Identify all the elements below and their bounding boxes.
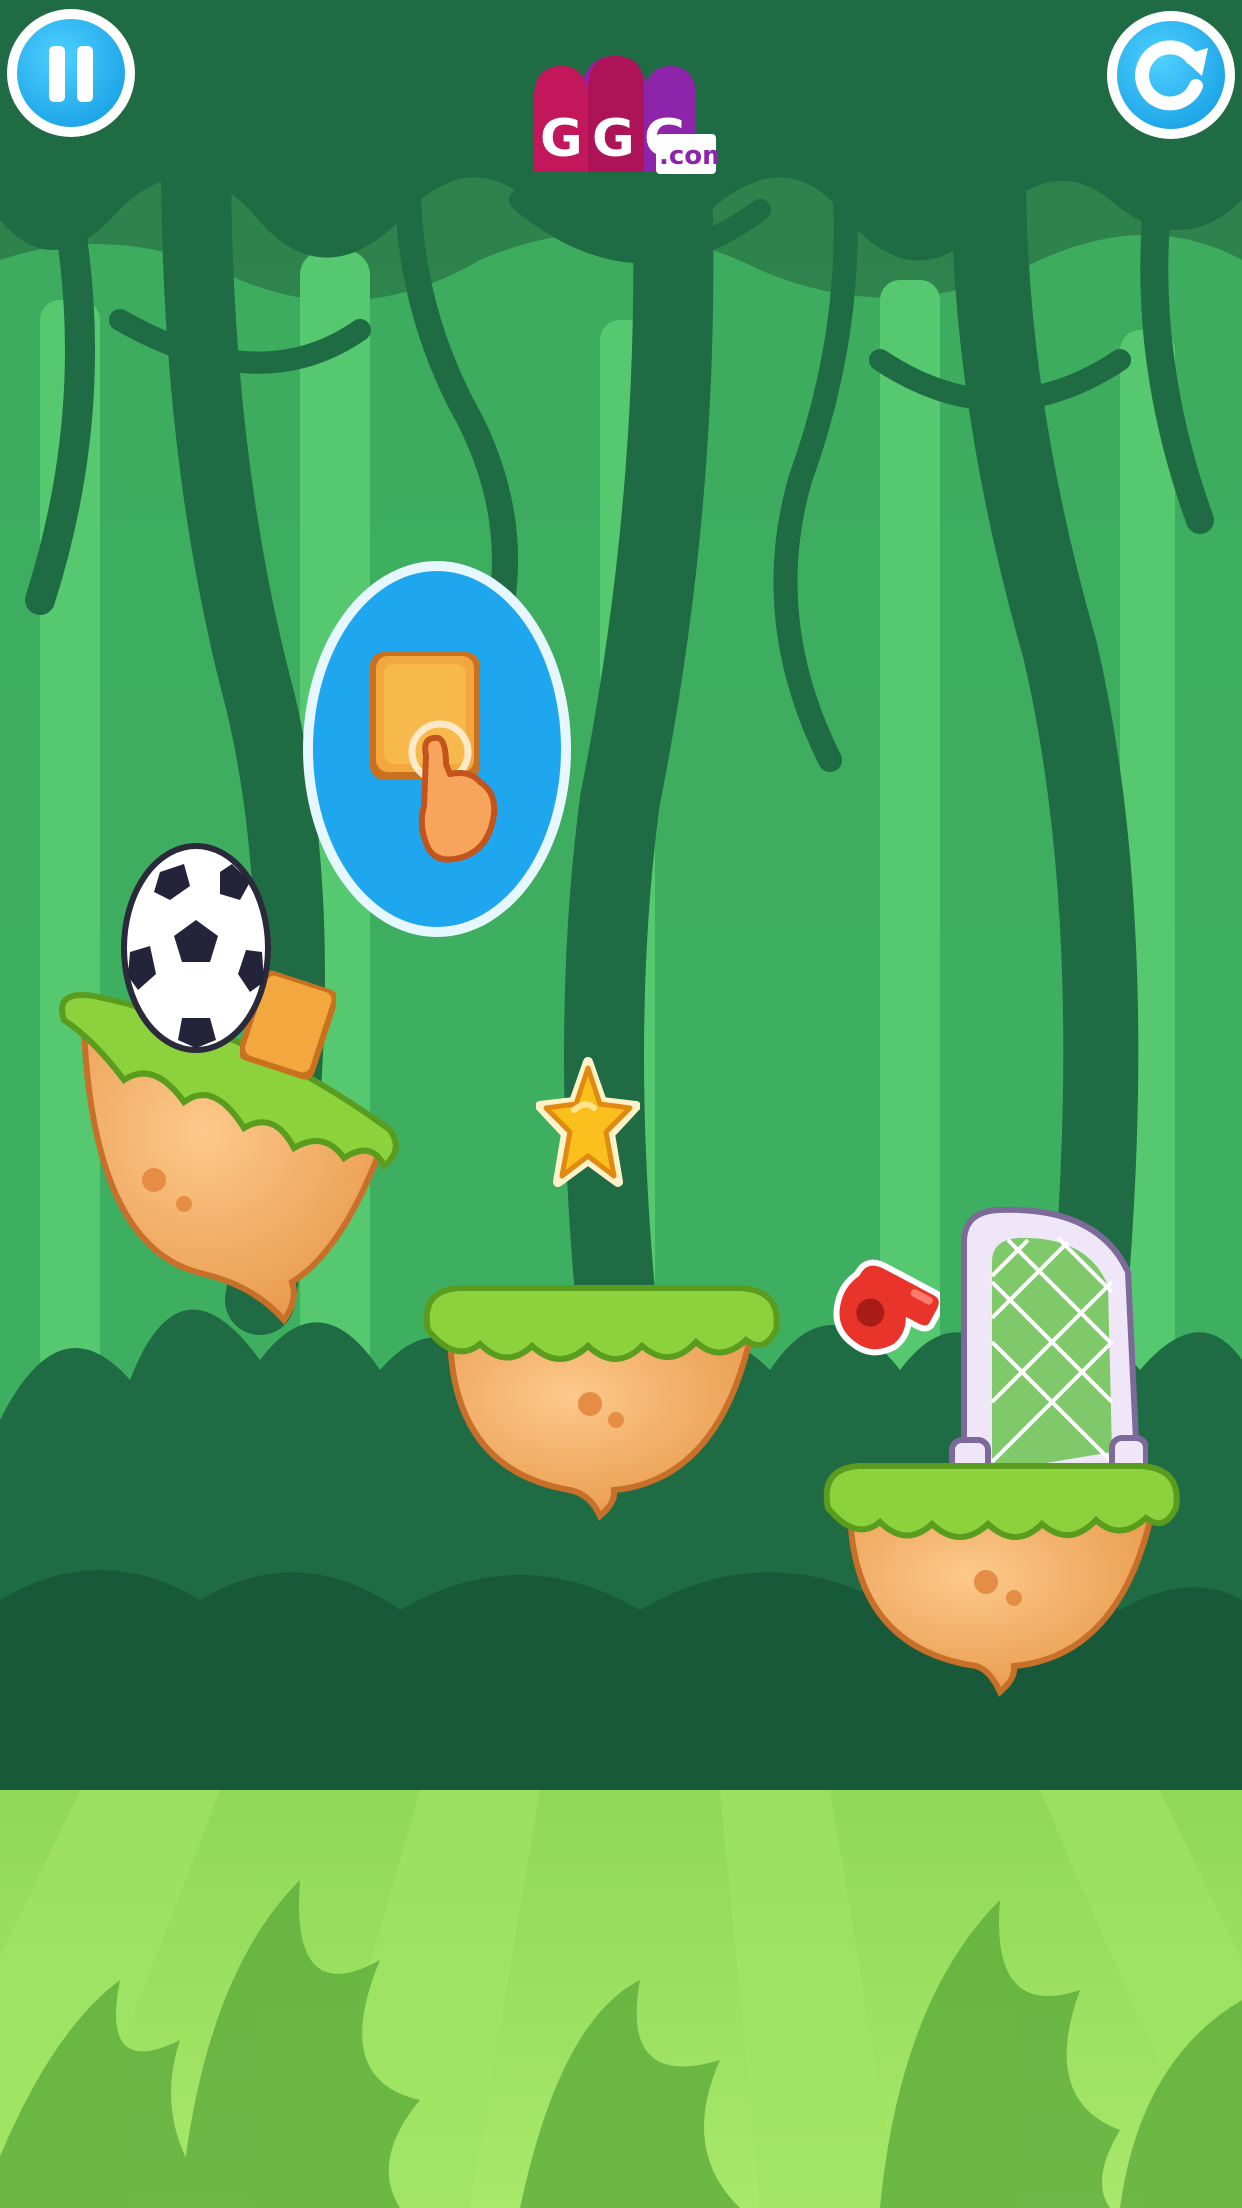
- tutorial-hint-bubble: [300, 556, 574, 942]
- pause-button[interactable]: [4, 6, 138, 140]
- whistle-item: [824, 1250, 940, 1374]
- restart-button[interactable]: [1104, 8, 1238, 142]
- goal-net: [948, 1202, 1148, 1492]
- soccer-ball: [120, 842, 272, 1054]
- star-collectible: [536, 1056, 640, 1192]
- soccer-ball-icon: [121, 843, 271, 1053]
- game-stage: G G G .com: [0, 0, 1242, 2208]
- right-island: [820, 1452, 1182, 1714]
- logo-letter-2: G: [592, 109, 635, 169]
- star-icon: [536, 1057, 640, 1187]
- logo-suffix: .com: [659, 141, 718, 171]
- whistle-icon: [833, 1259, 940, 1356]
- logo-letter-1: G: [540, 109, 583, 169]
- ggg-logo[interactable]: G G G .com: [528, 48, 718, 182]
- middle-island: [420, 1280, 782, 1538]
- goal-net-icon: [949, 1206, 1148, 1491]
